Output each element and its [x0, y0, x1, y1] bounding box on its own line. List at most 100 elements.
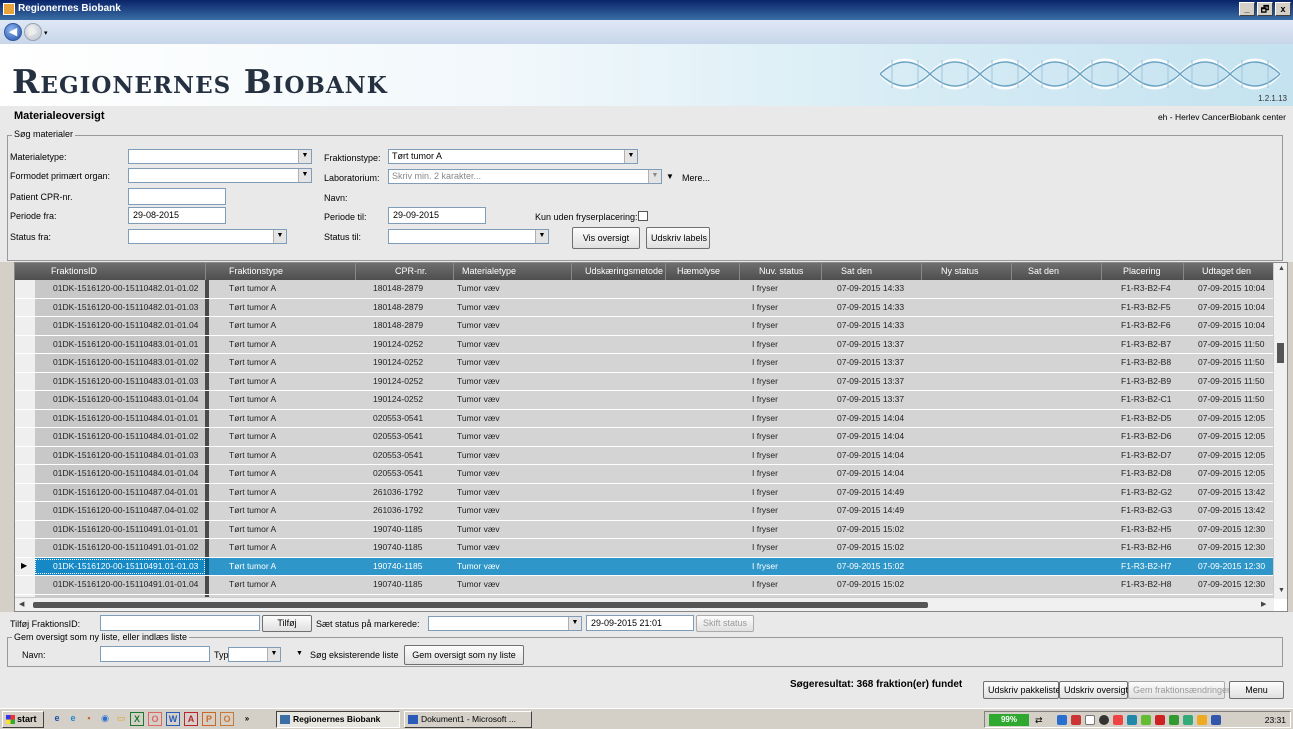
antivirus-icon[interactable] [1169, 715, 1179, 725]
column-header[interactable]: Udtaget den [1202, 266, 1251, 276]
cpr-input[interactable] [128, 188, 226, 205]
app-icon[interactable]: ▪ [82, 712, 96, 726]
fraktionsid-input[interactable] [100, 615, 260, 631]
sync-icon[interactable] [1099, 715, 1109, 725]
column-header[interactable]: Nuv. status [759, 266, 803, 276]
expand-chevron-icon[interactable]: ▼ [666, 172, 674, 181]
scroll-right-icon[interactable]: ▶ [1261, 600, 1266, 608]
browser-icon[interactable]: e [66, 712, 80, 726]
table-row[interactable]: 01DK-1516120-00-15110487.04-01.01 Tørt tu… [15, 483, 1274, 502]
minimize-button[interactable]: _ [1239, 2, 1255, 16]
status-date-input[interactable]: 29-09-2015 21:01 [586, 615, 694, 631]
gem-fraktionsaendringer-button[interactable]: Gem fraktionsændringer [1128, 681, 1230, 699]
wireless-icon[interactable] [1197, 715, 1207, 725]
task-word[interactable]: Dokument1 - Microsoft ... [404, 711, 532, 728]
globe-icon[interactable]: ◉ [98, 712, 112, 726]
column-header[interactable]: FraktionsID [51, 266, 97, 276]
monitor-icon[interactable] [1211, 715, 1221, 725]
word-icon[interactable]: W [166, 712, 180, 726]
network-icon[interactable] [1057, 715, 1067, 725]
table-row[interactable]: ▶ 01DK-1516120-00-15110491.01-01.03 Tørt t… [15, 557, 1274, 576]
table-row[interactable]: 01DK-1516120-00-15110483.01-01.03 Tørt tu… [15, 372, 1274, 391]
status-select[interactable]: ▼ [428, 616, 582, 631]
power-plug-icon[interactable]: ⇄ [1035, 715, 1045, 725]
skift-status-button[interactable]: Skift status [696, 615, 754, 632]
outlook-icon[interactable]: O [148, 712, 162, 726]
back-arrow-icon[interactable]: ◀ [4, 23, 22, 41]
list-navn-input[interactable] [100, 646, 210, 662]
table-row[interactable]: 01DK-1516120-00-15110482.01-01.02 Tørt tu… [15, 280, 1274, 299]
document-icon[interactable] [1085, 715, 1095, 725]
security-icon[interactable] [1113, 715, 1123, 725]
list-type-select[interactable]: ▼ [228, 647, 281, 662]
column-header[interactable]: CPR-nr. [395, 266, 427, 276]
close-button[interactable]: x [1275, 2, 1291, 16]
table-row[interactable]: 01DK-1516120-00-15110484.01-01.01 Tørt tu… [15, 409, 1274, 428]
more-icon[interactable]: » [240, 712, 254, 726]
task-regionernes[interactable]: Regionernes Biobank [276, 711, 400, 728]
table-row[interactable]: 01DK-1516120-00-15110487.04-01.02 Tørt tu… [15, 502, 1274, 521]
column-header[interactable]: Materialetype [462, 266, 516, 276]
scroll-up-icon[interactable]: ▲ [1278, 265, 1285, 272]
scroll-thumb[interactable] [33, 602, 928, 608]
scroll-left-icon[interactable]: ◀ [19, 600, 24, 608]
periode-til-input[interactable]: 29-09-2015 [388, 207, 486, 224]
forward-arrow-icon[interactable]: ▶ [24, 23, 42, 41]
materialetype-select[interactable]: ▼ [128, 149, 312, 164]
tilfoej-button[interactable]: Tilføj [262, 615, 312, 632]
udskriv-oversigt-button[interactable]: Udskriv oversigt [1059, 681, 1128, 699]
laboratorium-combobox[interactable]: Skriv min. 2 karakter... ▼ [388, 169, 662, 184]
column-header[interactable]: Sat den [841, 266, 872, 276]
office-icon[interactable]: O [220, 712, 234, 726]
status-fra-select[interactable]: ▼ [128, 229, 287, 244]
folder-icon[interactable]: ▭ [114, 712, 128, 726]
update-icon[interactable] [1127, 715, 1137, 725]
gem-liste-button[interactable]: Gem oversigt som ny liste [404, 645, 524, 665]
table-row[interactable]: 01DK-1516120-00-15110483.01-01.02 Tørt tu… [15, 354, 1274, 373]
column-header[interactable]: Udskæringsmetode [585, 266, 663, 276]
column-header[interactable]: Sat den [1028, 266, 1059, 276]
history-dropdown-icon[interactable]: ▾ [44, 29, 48, 37]
scroll-down-icon[interactable]: ▼ [1278, 587, 1285, 594]
access-icon[interactable]: A [184, 712, 198, 726]
expand-chevron-icon[interactable]: ▼ [296, 650, 303, 657]
horizontal-scrollbar[interactable]: ◀ ▶ [15, 597, 1274, 611]
scroll-thumb[interactable] [1277, 343, 1284, 363]
column-header[interactable]: Placering [1123, 266, 1161, 276]
column-header[interactable]: Hæmolyse [677, 266, 720, 276]
powerpoint-icon[interactable]: P [202, 712, 216, 726]
fraktionstype-select[interactable]: Tørt tumor A ▼ [388, 149, 638, 164]
table-row[interactable]: 01DK-1516120-00-15110482.01-01.03 Tørt tu… [15, 298, 1274, 317]
mere-link[interactable]: Mere... [682, 173, 710, 183]
periode-fra-input[interactable]: 29-08-2015 [128, 207, 226, 224]
speaker-icon[interactable] [1071, 715, 1081, 725]
table-row[interactable]: 01DK-1516120-00-15110483.01-01.04 Tørt tu… [15, 391, 1274, 410]
menu-button[interactable]: Menu [1229, 681, 1284, 699]
shield-icon[interactable] [1155, 715, 1165, 725]
column-header[interactable]: Fraktionstype [229, 266, 283, 276]
status-til-select[interactable]: ▼ [388, 229, 549, 244]
vertical-scrollbar[interactable]: ▲ ▼ [1273, 263, 1287, 599]
chat-icon[interactable] [1141, 715, 1151, 725]
table-row[interactable]: 01DK-1516120-00-15110483.01-01.01 Tørt tu… [15, 335, 1274, 354]
bluetooth-icon[interactable] [1183, 715, 1193, 725]
table-row[interactable]: 01DK-1516120-00-15110484.01-01.03 Tørt tu… [15, 446, 1274, 465]
table-row[interactable]: 01DK-1516120-00-15110491.01-01.02 Tørt tu… [15, 539, 1274, 558]
udskriv-pakkeliste-button[interactable]: Udskriv pakkeliste [983, 681, 1061, 699]
table-row[interactable]: 01DK-1516120-00-15110491.01-01.04 Tørt tu… [15, 576, 1274, 595]
fraction-table[interactable]: FraktionsID Fraktionstype CPR-nr. Materiale… [14, 262, 1288, 612]
vis-oversigt-button[interactable]: Vis oversigt [572, 227, 640, 249]
soeg-liste-link[interactable]: Søg eksisterende liste [310, 650, 399, 660]
table-row[interactable]: 01DK-1516120-00-15110484.01-01.04 Tørt tu… [15, 465, 1274, 484]
udskriv-labels-button[interactable]: Udskriv labels [646, 227, 710, 249]
excel-icon[interactable]: X [130, 712, 144, 726]
fryser-checkbox[interactable] [638, 211, 648, 221]
restore-button[interactable]: 🗗 [1257, 2, 1273, 16]
table-row[interactable]: 01DK-1516120-00-15110491.01-01.01 Tørt tu… [15, 520, 1274, 539]
organ-select[interactable]: ▼ [128, 168, 312, 183]
start-button[interactable]: start [2, 711, 44, 728]
table-row[interactable]: 01DK-1516120-00-15110484.01-01.02 Tørt tu… [15, 428, 1274, 447]
column-header[interactable]: Ny status [941, 266, 979, 276]
ie-icon[interactable]: e [50, 712, 64, 726]
table-row[interactable]: 01DK-1516120-00-15110482.01-01.04 Tørt tu… [15, 317, 1274, 336]
